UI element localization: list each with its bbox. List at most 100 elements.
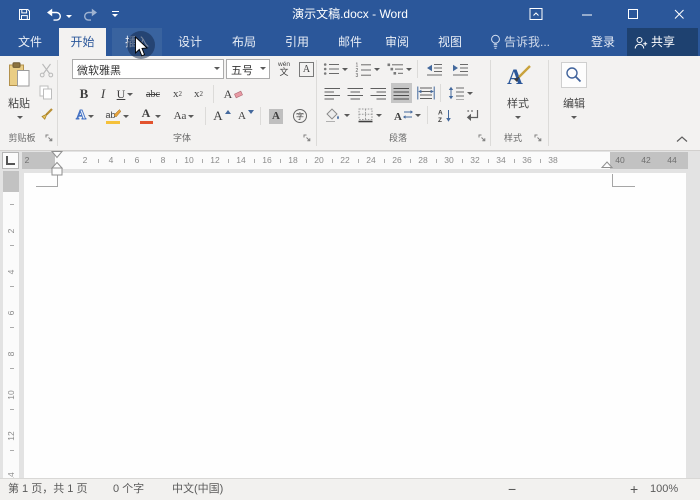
zoom-out-button[interactable]: −: [508, 479, 516, 500]
strikethrough-button[interactable]: abc: [141, 84, 165, 104]
tab-references[interactable]: 引用: [275, 28, 319, 56]
indent-markers-left[interactable]: [50, 151, 64, 178]
character-shading-button[interactable]: A: [266, 106, 286, 126]
subscript-button[interactable]: x2: [169, 84, 186, 104]
character-border-button[interactable]: A: [297, 60, 316, 79]
font-size-value: 五号: [231, 65, 253, 77]
justify-button[interactable]: [391, 83, 412, 103]
tab-selector-button[interactable]: [2, 152, 19, 169]
triangle-up-icon: [224, 110, 231, 114]
separator: [205, 107, 206, 125]
increase-indent-button[interactable]: [449, 59, 471, 79]
asian-layout-button[interactable]: A: [391, 105, 423, 125]
word-count[interactable]: 0 个字: [113, 479, 144, 500]
distribute-icon: [416, 86, 435, 100]
enclose-characters-button[interactable]: 字: [290, 106, 310, 126]
font-size-combo[interactable]: 五号: [226, 59, 270, 79]
separator: [427, 106, 428, 124]
enclose-characters-glyph: 字: [293, 109, 307, 123]
close-button[interactable]: [672, 8, 686, 20]
format-painter-button[interactable]: [37, 106, 55, 123]
styles-dialog-launcher[interactable]: [533, 133, 543, 143]
tab-mailings[interactable]: 邮件: [328, 28, 372, 56]
font-dialog-launcher[interactable]: [302, 133, 312, 143]
styles-dropdown[interactable]: [514, 114, 522, 120]
grow-font-button[interactable]: A: [212, 106, 232, 126]
zoom-in-button[interactable]: +: [630, 479, 638, 500]
paste-button[interactable]: 粘贴: [4, 59, 34, 127]
ruler-number: 32: [470, 155, 480, 165]
maximize-button[interactable]: [626, 8, 640, 20]
tab-view[interactable]: 视图: [428, 28, 472, 56]
language-status[interactable]: 中文(中国): [172, 479, 223, 500]
borders-button[interactable]: [355, 105, 385, 125]
bullet-list-icon: [323, 63, 339, 75]
sort-button[interactable]: AZ: [433, 105, 457, 125]
text-highlight-button[interactable]: ab: [102, 106, 132, 126]
bullets-button[interactable]: [322, 59, 349, 79]
text-effects-button[interactable]: A: [72, 106, 98, 126]
change-case-button[interactable]: Aa: [170, 106, 198, 126]
font-name-combo[interactable]: 微软雅黑: [72, 59, 224, 79]
align-center-button[interactable]: [345, 83, 366, 103]
tab-layout[interactable]: 布局: [222, 28, 266, 56]
decrease-indent-button[interactable]: [423, 59, 445, 79]
editing-button[interactable]: 编辑: [554, 59, 594, 127]
paragraph-dialog-launcher[interactable]: [477, 133, 487, 143]
align-right-button[interactable]: [368, 83, 389, 103]
chevron-down-icon: [405, 67, 412, 71]
tab-design[interactable]: 设计: [168, 28, 212, 56]
document-page[interactable]: [24, 173, 686, 478]
paste-dropdown[interactable]: [16, 114, 24, 120]
numbering-button[interactable]: 123: [353, 59, 381, 79]
page-info[interactable]: 第 1 页，共 1 页: [8, 479, 87, 500]
ribbon-display-options-icon: [529, 8, 543, 20]
ruler-tick: [10, 409, 14, 410]
editing-dropdown[interactable]: [570, 114, 578, 120]
clipboard-dialog-launcher[interactable]: [44, 133, 54, 143]
clear-formatting-button[interactable]: A: [221, 84, 247, 104]
styles-icon: A: [505, 61, 532, 89]
paragraph-marks-icon: [466, 109, 479, 121]
copy-button[interactable]: [37, 84, 55, 101]
shrink-font-button[interactable]: A: [236, 106, 256, 126]
horizontal-ruler: 2 2 4 6 8 10 12 14 16 18 20 22 24 26 28 30 32 34 36 38 40 42…: [22, 152, 688, 169]
font-color-button[interactable]: A: [137, 106, 163, 126]
show-hide-marks-button[interactable]: [462, 105, 484, 125]
align-left-button[interactable]: [322, 83, 343, 103]
tell-me-label[interactable]: 告诉我...: [504, 28, 556, 56]
sign-in-button[interactable]: 登录: [586, 28, 620, 56]
bold-button[interactable]: B: [76, 84, 92, 104]
share-button[interactable]: 共享: [627, 28, 698, 56]
ruler-number: 6: [134, 155, 140, 165]
asian-layout-icon: A: [394, 110, 413, 122]
crop-mark-left-horizontal: [36, 186, 58, 187]
multilevel-list-button[interactable]: [385, 59, 413, 79]
cut-button[interactable]: [37, 62, 55, 79]
window-title: 演示文稿.docx - Word: [292, 7, 408, 21]
styles-button[interactable]: A 样式: [494, 59, 542, 127]
chevron-down-icon: [343, 113, 350, 117]
superscript-button[interactable]: x2: [190, 84, 207, 104]
paste-label: 粘贴: [8, 98, 30, 110]
minimize-button[interactable]: [580, 8, 594, 20]
tab-home[interactable]: 开始: [59, 28, 106, 56]
superscript-mark: 2: [199, 90, 204, 98]
tab-review[interactable]: 审阅: [375, 28, 419, 56]
collapse-ribbon-button[interactable]: [674, 134, 690, 144]
underline-button[interactable]: U: [114, 84, 136, 104]
crop-mark-right-horizontal: [612, 186, 635, 187]
indent-marker-right[interactable]: [600, 152, 614, 170]
zoom-level[interactable]: 100%: [650, 479, 678, 500]
ruler-number: 28: [418, 155, 428, 165]
distribute-text-button[interactable]: [414, 83, 437, 103]
italic-button[interactable]: I: [97, 84, 109, 104]
line-spacing-button[interactable]: [446, 83, 474, 103]
tab-file[interactable]: 文件: [10, 28, 50, 56]
phonetic-guide-button[interactable]: wén 文: [274, 59, 294, 80]
tell-me-lightbulb[interactable]: [488, 33, 502, 50]
ribbon-display-options-button[interactable]: [528, 7, 544, 21]
shading-button[interactable]: [322, 105, 351, 125]
lightbulb-icon: [490, 34, 500, 49]
subscript-mark: 2: [178, 90, 183, 98]
